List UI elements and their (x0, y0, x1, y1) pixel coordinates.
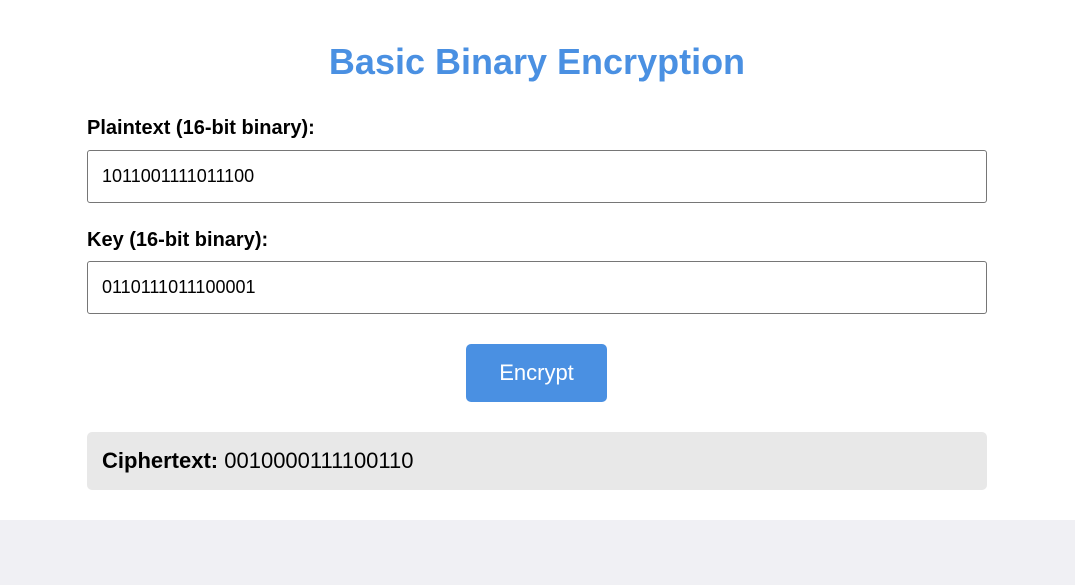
encrypt-button[interactable]: Encrypt (466, 344, 607, 402)
plaintext-input[interactable] (87, 150, 987, 203)
key-label: Key (16-bit binary): (87, 229, 269, 251)
ciphertext-value: 0010000111100110 (224, 448, 414, 473)
page-title: Basic Binary Encryption (328, 41, 746, 82)
ciphertext-result: Ciphertext: 0010000111100110 (87, 432, 987, 490)
ciphertext-label: Ciphertext: (102, 448, 219, 473)
key-input[interactable] (87, 261, 987, 314)
app-page: Basic Binary Encryption Plaintext (16-bi… (0, 0, 1075, 520)
plaintext-label: Plaintext (16-bit binary): (87, 117, 315, 139)
